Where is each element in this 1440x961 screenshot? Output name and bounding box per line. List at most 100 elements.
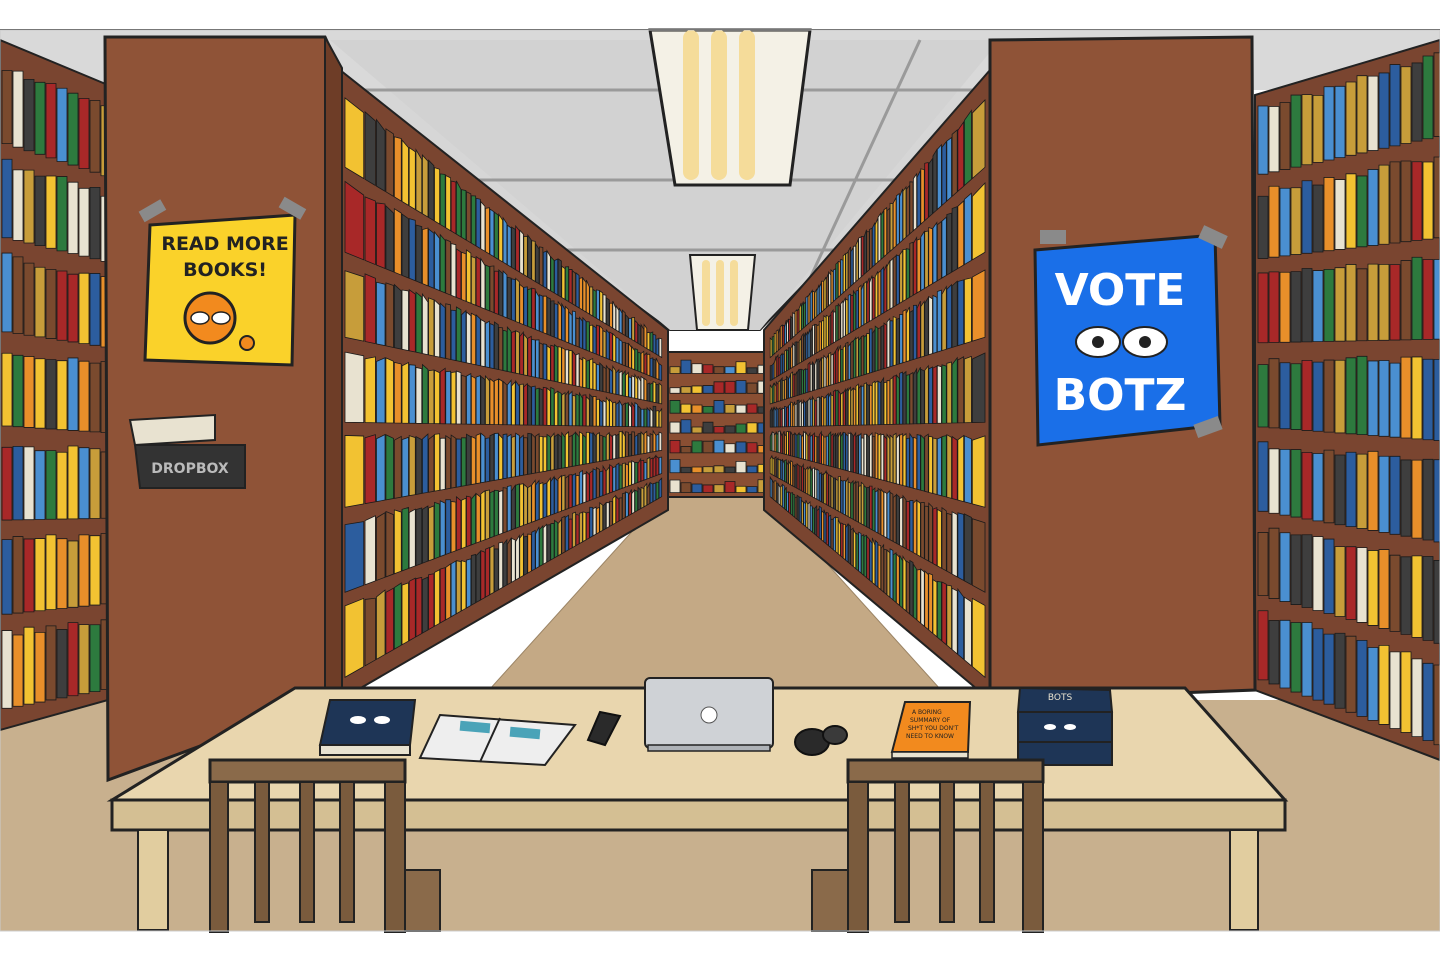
book-spine <box>1301 359 1313 431</box>
book-spine <box>434 501 441 560</box>
book-spine <box>746 422 758 434</box>
book-spine <box>498 212 504 263</box>
book-spine <box>640 323 645 348</box>
navy-book <box>318 699 417 756</box>
book-spine <box>621 309 626 337</box>
book-spine <box>631 375 635 399</box>
book-spine <box>475 492 481 544</box>
book-spine <box>786 461 789 485</box>
book-spine <box>364 515 376 586</box>
book-spine <box>376 433 386 503</box>
book-spine <box>871 487 876 533</box>
book-spine <box>625 463 629 488</box>
book-spine <box>649 432 654 453</box>
book-spine <box>385 204 394 273</box>
book-spine <box>877 487 882 536</box>
book-spine <box>883 548 888 596</box>
book-spine <box>428 159 435 222</box>
book-spine <box>828 313 832 347</box>
book-spine <box>796 399 800 427</box>
book-spine <box>1290 534 1302 605</box>
book-spine <box>408 218 416 282</box>
book-spine <box>777 458 781 480</box>
book-spine <box>1257 105 1269 175</box>
book-spine <box>852 387 857 426</box>
book-spine <box>850 246 854 287</box>
book-spine <box>946 584 952 650</box>
book-spine <box>572 269 576 307</box>
book-spine <box>344 351 365 423</box>
book-spine <box>1279 271 1291 343</box>
book-spine <box>860 282 865 327</box>
book-spine <box>828 514 832 549</box>
book-spine <box>618 464 623 491</box>
book-spine <box>655 410 660 428</box>
book-spine <box>777 483 781 506</box>
book-spine <box>615 433 620 459</box>
book-spine <box>912 236 918 296</box>
book-spine <box>1400 651 1412 733</box>
book-spine <box>786 491 789 513</box>
book-spine <box>493 211 499 261</box>
book-spine <box>796 307 800 335</box>
book-spine <box>680 419 692 434</box>
book-spine <box>470 195 477 247</box>
book-spine <box>12 256 24 334</box>
book-spine <box>511 537 516 584</box>
book-spine <box>837 260 841 299</box>
book-spine <box>1301 180 1313 254</box>
book-spine <box>1312 95 1324 163</box>
book-spine <box>1411 555 1423 638</box>
book-spine <box>830 432 834 468</box>
book-spine <box>634 401 639 428</box>
book-spine <box>519 331 524 376</box>
book-spine <box>23 626 35 705</box>
book-spine <box>946 136 952 202</box>
book-spine <box>771 456 775 477</box>
book-spine <box>702 385 714 394</box>
book-spine <box>746 382 758 394</box>
book-spine <box>771 478 775 501</box>
book-spine <box>1301 451 1313 520</box>
book-spine <box>777 356 781 377</box>
book-spine <box>646 382 651 402</box>
book-spine <box>790 492 794 517</box>
book-spine <box>883 264 888 314</box>
book-spine <box>605 328 610 361</box>
book-spine <box>805 465 809 495</box>
book-spine <box>599 362 604 392</box>
book-spine <box>502 380 508 426</box>
book-spine <box>466 249 472 304</box>
book-spine <box>860 334 865 377</box>
book-spine <box>1422 556 1434 641</box>
book-spine <box>445 174 451 232</box>
book-spine <box>628 342 632 370</box>
book-spine <box>561 391 566 427</box>
book-spine <box>920 368 925 425</box>
book-spine <box>794 496 798 520</box>
book-spine <box>871 276 876 321</box>
book-spine <box>535 479 540 522</box>
book-spine <box>680 482 692 494</box>
book-spine <box>631 431 635 457</box>
book-spine <box>1422 358 1434 441</box>
book-spine <box>847 432 851 473</box>
book-spine <box>874 271 879 319</box>
book-spine <box>936 365 942 424</box>
book-spine <box>912 562 918 621</box>
book-spine <box>589 324 594 354</box>
book-spine <box>434 569 441 627</box>
book-spine <box>936 580 942 642</box>
book-spine <box>376 357 386 424</box>
book-spine <box>912 367 918 425</box>
book-spine <box>788 459 791 486</box>
book-spine <box>1400 459 1412 537</box>
book-spine <box>78 447 90 520</box>
book-spine <box>618 400 623 427</box>
book-spine <box>625 491 629 519</box>
book-spine <box>34 358 46 429</box>
book-spine <box>485 437 490 483</box>
book-spine <box>786 375 789 400</box>
book-spine <box>702 466 714 474</box>
book-spine <box>502 329 508 372</box>
